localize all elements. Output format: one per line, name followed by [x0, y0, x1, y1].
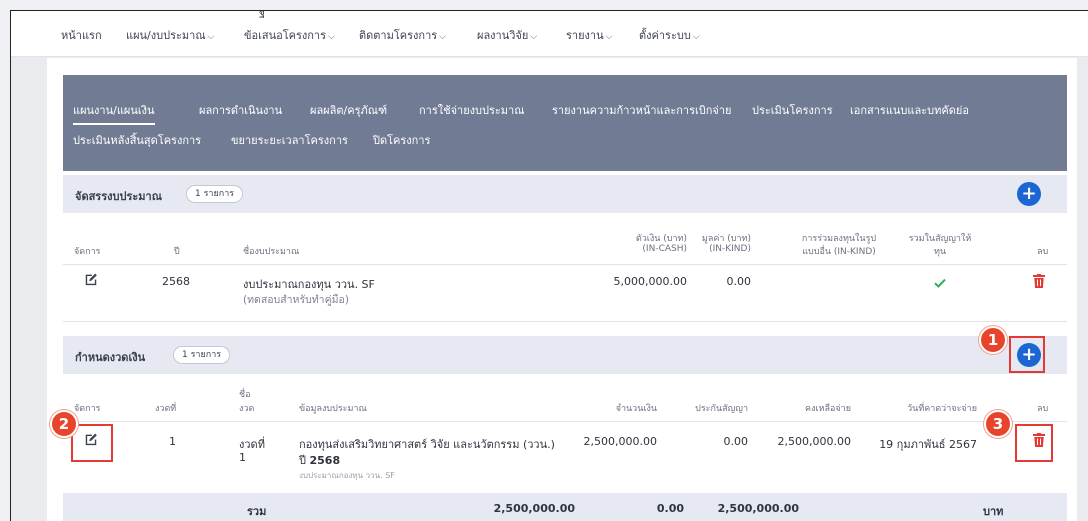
total-remaining: 2,500,000.00 — [717, 502, 799, 515]
budget-year: 2568 — [162, 275, 190, 288]
cut-off-text: ฐ — [259, 10, 266, 18]
total-amount: 2,500,000.00 — [493, 502, 575, 515]
nav-settings[interactable]: ตั้งค่าระบบ ⌵ — [639, 26, 700, 44]
chevron-down-icon: ⌵ — [207, 32, 215, 42]
tab-performance[interactable]: ผลการดำเนินงาน — [199, 101, 282, 119]
cash-amount: 5,000,000.00 — [613, 275, 687, 288]
column-header: จัดการ — [74, 247, 101, 257]
chevron-down-icon: ⌵ — [692, 32, 700, 42]
edit-icon[interactable] — [84, 272, 98, 286]
tab-extend-duration[interactable]: ขยายระยะเวลาโครงการ — [231, 131, 348, 149]
due-date: 19 กุมภาพันธ์ 2567 — [879, 438, 977, 451]
highlight-box — [71, 424, 113, 462]
count-badge: 1 รายการ — [186, 185, 244, 203]
column-header: จำนวนเงิน — [615, 404, 657, 414]
divider — [63, 321, 1067, 322]
column-header: วันที่คาดว่าจะจ่าย — [907, 404, 977, 414]
remaining-amount: 2,500,000.00 — [777, 435, 851, 448]
column-header: งวดที่ — [155, 404, 177, 414]
nav-home[interactable]: หน้าแรก — [61, 26, 102, 44]
tab-plan-finance[interactable]: แผนงาน/แผนเงิน — [73, 101, 155, 125]
chevron-down-icon: ⌵ — [439, 32, 446, 42]
column-header: (IN-KIND) — [709, 244, 751, 254]
column-header: การร่วมลงทุนในรูป — [801, 234, 877, 244]
callout-badge: 1 — [979, 326, 1007, 354]
column-header: มูลค่า (บาท) — [701, 234, 751, 244]
column-header: ลบ — [1037, 404, 1049, 414]
total-unit: บาท — [983, 505, 1004, 518]
highlight-box — [1015, 424, 1053, 462]
installment-section-header: กำหนดงวดเงิน 1 รายการ + — [63, 336, 1067, 374]
installment-amount: 2,500,000.00 — [583, 435, 657, 448]
column-header: คงเหลือจ่าย — [805, 404, 851, 414]
highlight-box — [1009, 336, 1045, 373]
column-header: ชื่องบประมาณ — [243, 247, 300, 257]
tab-attachments-abstract[interactable]: เอกสารแนบและบทคัดย่อ — [850, 101, 969, 119]
column-header: งวด — [239, 404, 255, 414]
tab-outputs-equipment[interactable]: ผลผลิต/ครุภัณฑ์ — [310, 101, 387, 119]
check-icon — [934, 278, 946, 288]
tab-post-evaluation[interactable]: ประเมินหลังสิ้นสุดโครงการ — [73, 131, 201, 149]
top-navigation: ฐ หน้าแรก แผน/งบประมาณ ⌵ ข้อเสนอโครงการ ⌵ … — [11, 11, 1088, 57]
nav-report[interactable]: รายงาน ⌵ — [566, 26, 612, 44]
divider — [63, 264, 1067, 265]
chevron-down-icon: ⌵ — [328, 32, 335, 42]
chevron-down-icon: ⌵ — [530, 32, 538, 42]
callout-badge: 2 — [50, 410, 78, 438]
column-header: ประกันสัญญา — [695, 404, 748, 414]
total-label: รวม — [247, 505, 267, 518]
tab-project-evaluation[interactable]: ประเมินโครงการ — [752, 101, 833, 119]
column-header: รวมในสัญญาให้ — [908, 234, 972, 244]
trash-icon[interactable] — [1033, 274, 1045, 288]
nav-proposal[interactable]: ข้อเสนอโครงการ ⌵ — [244, 26, 335, 44]
budget-section-header: จัดสรรงบประมาณ 1 รายการ + — [63, 175, 1067, 213]
column-header: แบบอื่น (IN-KIND) — [802, 247, 876, 257]
column-header: จัดการ — [74, 404, 101, 414]
tab-budget-spending[interactable]: การใช้จ่ายงบประมาณ — [419, 101, 524, 119]
installment-number: 1 — [169, 435, 176, 448]
column-header: ปี — [174, 247, 180, 257]
count-badge: 1 รายการ — [173, 346, 231, 364]
chevron-down-icon: ⌵ — [605, 32, 613, 42]
tab-close-project[interactable]: ปิดโครงการ — [373, 131, 430, 149]
guarantee-amount: 0.00 — [723, 435, 749, 448]
column-header: ลบ — [1037, 247, 1049, 257]
add-budget-button[interactable]: + — [1017, 182, 1041, 206]
nav-plan-budget[interactable]: แผน/งบประมาณ ⌵ — [126, 26, 214, 44]
app-window: ฐ หน้าแรก แผน/งบประมาณ ⌵ ข้อเสนอโครงการ ⌵ … — [10, 10, 1088, 521]
tab-progress-report[interactable]: รายงานความก้าวหน้าและการเบิกจ่าย — [552, 101, 731, 119]
divider — [63, 421, 1067, 422]
column-header: ทุน — [933, 247, 947, 257]
total-row: รวม 2,500,000.00 0.00 2,500,000.00 บาท — [63, 493, 1067, 521]
callout-badge: 3 — [984, 410, 1012, 438]
section-title: จัดสรรงบประมาณ — [75, 190, 162, 203]
fund-year: ปี 2568 — [299, 454, 341, 467]
installment-name-number: 1 — [239, 451, 246, 464]
project-card: แผนงาน/แผนเงิน ผลการดำเนินงาน ผลผลิต/ครุ… — [47, 58, 1077, 521]
in-kind-amount: 0.00 — [726, 275, 752, 288]
nav-tracking[interactable]: ติดตามโครงการ ⌵ — [359, 26, 446, 44]
nav-research-output[interactable]: ผลงานวิจัย ⌵ — [477, 26, 537, 44]
budget-note: (ทดสอบสำหรับทำคู่มือ) — [243, 294, 349, 306]
plus-icon: + — [1021, 183, 1037, 204]
column-header: ข้อมูลงบประมาณ — [299, 404, 367, 414]
project-tabs: แผนงาน/แผนเงิน ผลการดำเนินงาน ผลผลิต/ครุ… — [63, 75, 1067, 171]
budget-reference: งบประมาณกองทุน ววน. SF — [299, 471, 395, 480]
column-header: ชื่อ — [239, 390, 251, 400]
section-title: กำหนดงวดเงิน — [75, 351, 146, 364]
